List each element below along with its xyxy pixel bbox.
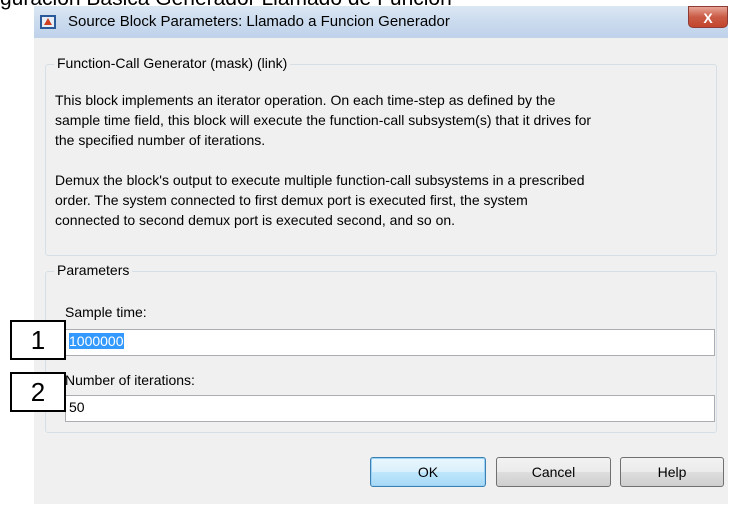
description-line: sample time field, this block will execu… bbox=[55, 112, 592, 128]
iterations-input[interactable]: 50 bbox=[65, 395, 715, 422]
description-line: the specified number of iterations. bbox=[55, 132, 266, 148]
ok-button[interactable]: OK bbox=[370, 457, 486, 487]
description-line: connected to second demux port is execut… bbox=[55, 212, 456, 228]
sample-time-value: 1000000 bbox=[69, 333, 124, 349]
description-line: Demux the block's output to execute mult… bbox=[55, 172, 585, 188]
help-button[interactable]: Help bbox=[620, 457, 724, 487]
window-title: Source Block Parameters: Llamado a Funci… bbox=[68, 13, 450, 30]
iterations-label: Number of iterations: bbox=[65, 372, 195, 388]
annotation-box-2: 2 bbox=[10, 372, 66, 412]
iterations-value: 50 bbox=[69, 399, 85, 415]
description-legend: Function-Call Generator (mask) (link) bbox=[54, 55, 291, 71]
close-button[interactable]: X bbox=[688, 6, 728, 28]
sample-time-label: Sample time: bbox=[65, 304, 147, 320]
sample-time-input[interactable]: 1000000 bbox=[65, 329, 715, 356]
annotation-box-1: 1 bbox=[10, 320, 66, 360]
parameters-legend: Parameters bbox=[54, 262, 133, 278]
title-bar: Source Block Parameters: Llamado a Funci… bbox=[34, 6, 728, 38]
description-line: order. The system connected to first dem… bbox=[55, 192, 528, 208]
dialog-window: Source Block Parameters: Llamado a Funci… bbox=[34, 6, 728, 504]
description-line: This block implements an iterator operat… bbox=[55, 92, 556, 108]
simulink-block-icon bbox=[40, 15, 56, 29]
cancel-button[interactable]: Cancel bbox=[496, 457, 611, 487]
